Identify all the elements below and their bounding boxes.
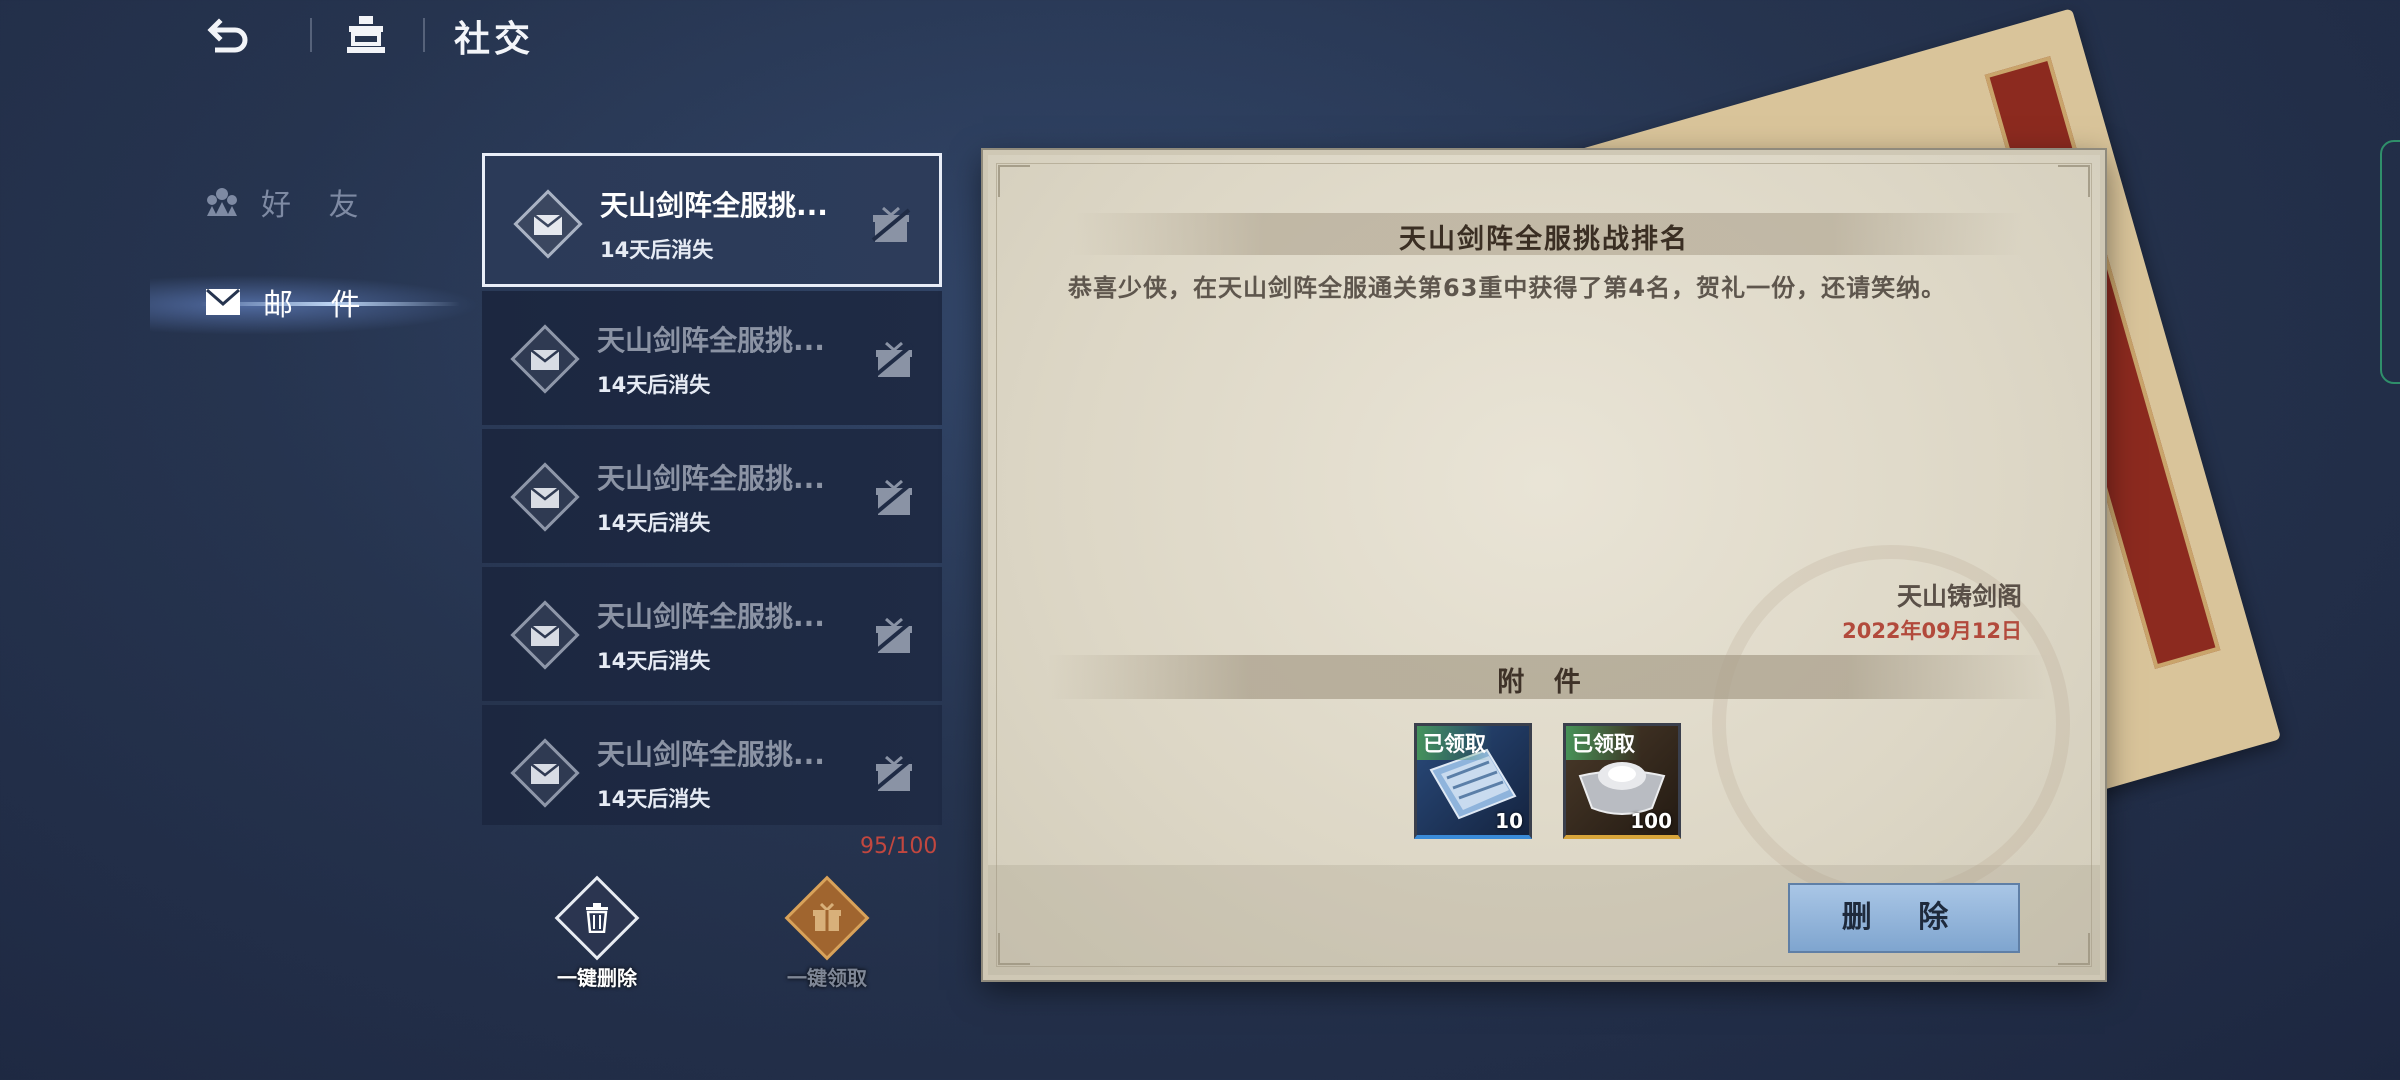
attachment-quantity: 10: [1495, 809, 1523, 833]
mail-list-item[interactable]: 天山剑阵全服挑... 14天后消失: [482, 291, 942, 425]
mail-title: 天山剑阵全服挑...: [600, 189, 828, 222]
mail-title: 天山剑阵全服挑...: [597, 600, 825, 633]
attachment-quantity: 100: [1630, 809, 1672, 833]
gift-claimed-icon: [874, 617, 914, 653]
corner-ornament: [2058, 165, 2090, 197]
envelope-icon: [513, 189, 583, 259]
mail-expire: 14天后消失: [597, 787, 711, 811]
letter-panel: 天山剑阵全服挑战排名 恭喜少侠，在天山剑阵全服通关第63重中获得了第4名，贺礼一…: [983, 150, 2105, 980]
pavilion-icon[interactable]: [345, 14, 387, 56]
gift-claimed-icon: [871, 206, 911, 242]
nav-label: 好 友: [261, 188, 373, 223]
mail-title: 天山剑阵全服挑...: [597, 738, 825, 771]
mail-list: 天山剑阵全服挑... 14天后消失 天山剑阵全服挑... 14天后消失 天山剑阵…: [482, 153, 942, 825]
mail-expire: 14天后消失: [600, 238, 714, 262]
envelope-icon: [510, 600, 580, 670]
attachments-title: 附 件: [1497, 667, 1591, 698]
claim-all-label: 一键领取: [787, 966, 867, 990]
divider: [423, 18, 425, 52]
claimed-tag: 已领取: [1566, 726, 1641, 760]
back-arrow-icon[interactable]: [205, 14, 253, 58]
friends-icon: [207, 188, 237, 216]
gift-claimed-icon: [874, 341, 914, 377]
letter-sender: 天山铸剑阁: [1896, 582, 2022, 611]
mail-expire: 14天后消失: [597, 511, 711, 535]
mail-list-item[interactable]: 天山剑阵全服挑... 14天后消失: [482, 429, 942, 563]
mail-expire: 14天后消失: [597, 649, 711, 673]
envelope-icon: [510, 462, 580, 532]
delete-all-button[interactable]: 一键删除: [532, 875, 662, 991]
envelope-icon: [510, 324, 580, 394]
mail-icon: [206, 288, 240, 315]
delete-button[interactable]: 删 除: [1788, 883, 2020, 953]
nav-label: 邮 件: [263, 288, 375, 323]
mail-list-item[interactable]: 天山剑阵全服挑... 14天后消失: [482, 705, 942, 825]
claimed-tag: 已领取: [1417, 726, 1492, 760]
letter-date: 2022年09月12日: [1842, 619, 2022, 643]
page-title: 社交: [454, 19, 535, 60]
mail-count: 95/100: [860, 834, 938, 859]
letter-body: 恭喜少侠，在天山剑阵全服通关第63重中获得了第4名，贺礼一份，还请笑纳。: [1068, 274, 1947, 302]
mail-list-item[interactable]: 天山剑阵全服挑... 14天后消失: [482, 567, 942, 701]
nav-item-mail[interactable]: 邮 件: [205, 280, 375, 324]
mail-list-item[interactable]: 天山剑阵全服挑... 14天后消失: [482, 153, 942, 287]
attachment-item[interactable]: 已领取 100: [1563, 723, 1681, 839]
corner-ornament: [998, 165, 1030, 197]
gift-claimed-icon: [874, 479, 914, 515]
mail-title: 天山剑阵全服挑...: [597, 324, 825, 357]
trash-icon: [586, 903, 608, 933]
claim-all-button[interactable]: 一键领取: [762, 875, 892, 991]
edge-tab[interactable]: [2380, 140, 2400, 384]
attachment-item[interactable]: 已领取 10: [1414, 723, 1532, 839]
envelope-icon: [510, 738, 580, 808]
delete-all-label: 一键删除: [557, 966, 637, 990]
letter-title: 天山剑阵全服挑战排名: [1399, 224, 1689, 255]
gift-claimed-icon: [874, 755, 914, 791]
gift-icon: [813, 903, 841, 931]
divider: [310, 18, 312, 52]
mail-expire: 14天后消失: [597, 373, 711, 397]
nav-item-friends[interactable]: 好 友: [205, 180, 373, 224]
mail-title: 天山剑阵全服挑...: [597, 462, 825, 495]
